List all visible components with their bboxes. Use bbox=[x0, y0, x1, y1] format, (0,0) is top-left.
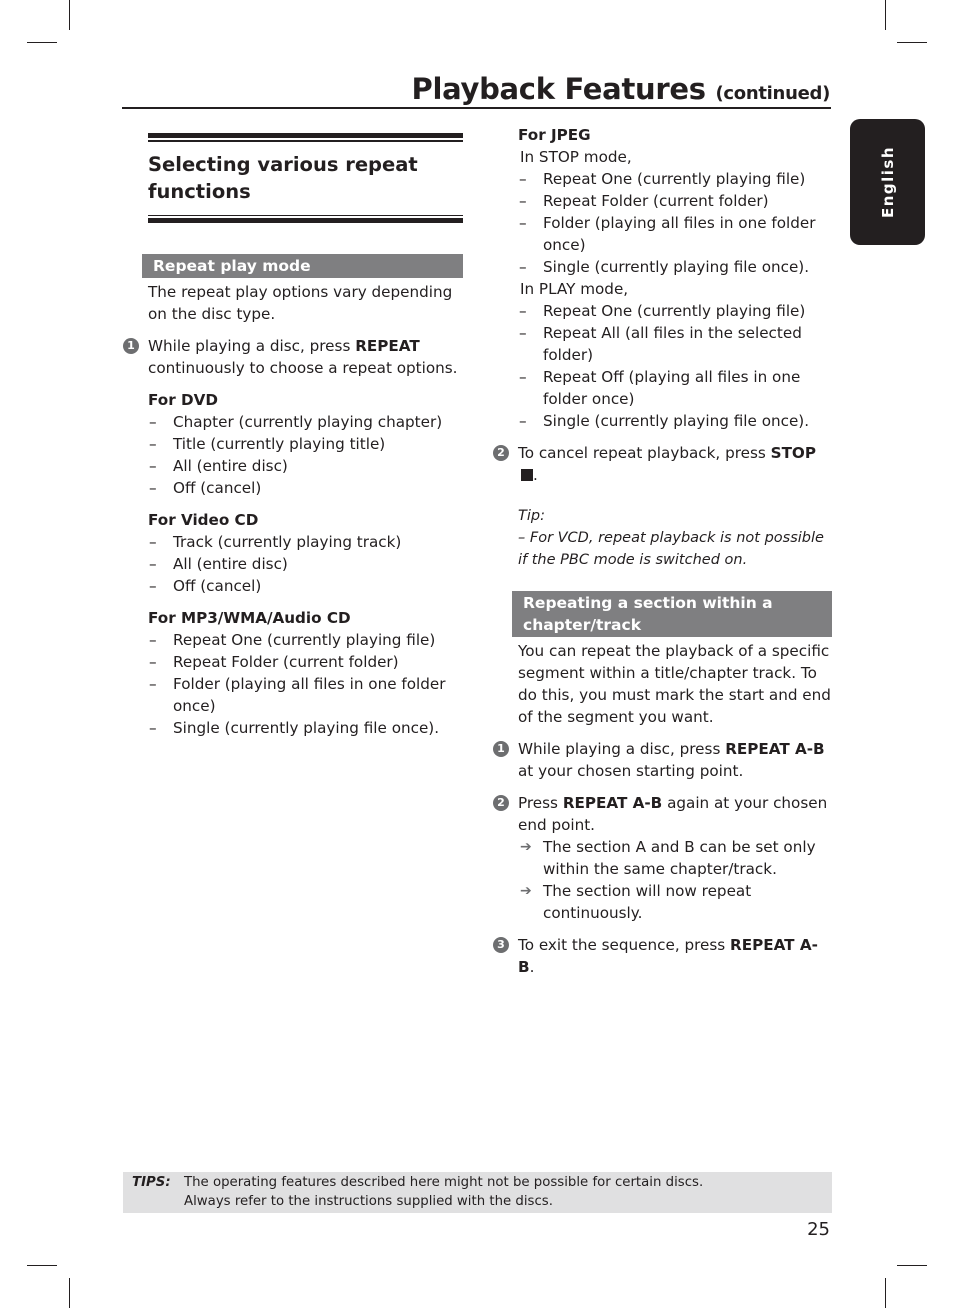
crop-mark bbox=[885, 0, 886, 30]
step-text: Press bbox=[518, 794, 563, 812]
list-item: Single (currently playing file once). bbox=[148, 717, 463, 739]
intro-text: You can repeat the playback of a specifi… bbox=[518, 642, 831, 726]
tip-label: Tip: bbox=[518, 508, 545, 524]
crop-mark bbox=[897, 1265, 927, 1266]
list-item: Repeat Folder (current folder) bbox=[148, 651, 463, 673]
section-rule-top-thin bbox=[148, 140, 463, 142]
crop-mark bbox=[897, 42, 927, 43]
list-item: Repeat All (all files in the selected fo… bbox=[518, 322, 832, 366]
step-number-icon: 2 bbox=[493, 445, 509, 461]
list-item: Track (currently playing track) bbox=[148, 531, 463, 553]
ab-step-3: 3 To exit the sequence, press REPEAT A-B… bbox=[493, 934, 832, 978]
list-item: Repeat One (currently playing file) bbox=[518, 300, 832, 322]
jpeg-play-mode-list: Repeat One (currently playing file) Repe… bbox=[518, 300, 832, 432]
language-tab: English bbox=[850, 119, 925, 245]
list-item: Off (cancel) bbox=[148, 477, 463, 499]
arrow-right-icon: ➔ bbox=[520, 839, 532, 855]
band-title: Repeating a section within a chapter/tra… bbox=[523, 594, 773, 634]
band-title: Repeat play mode bbox=[153, 257, 311, 275]
list-item: Title (currently playing title) bbox=[148, 433, 463, 455]
list-item: Folder (playing all files in one folder … bbox=[148, 673, 463, 717]
list-item: Repeat Folder (current folder) bbox=[518, 190, 832, 212]
step-2: 2 To cancel repeat playback, press STOP. bbox=[493, 442, 832, 486]
tip-text: – For VCD, repeat playback is not possib… bbox=[518, 530, 824, 568]
section-title-line1: Selecting various repeat bbox=[148, 152, 418, 176]
section-title: Selecting various repeat functions bbox=[148, 151, 463, 205]
language-tab-label: English bbox=[878, 145, 897, 219]
section-rule-top-thick bbox=[148, 133, 463, 138]
arrow-right-icon: ➔ bbox=[520, 883, 532, 899]
play-mode-label: In PLAY mode, bbox=[520, 280, 629, 298]
result-item: ➔ The section will now repeat continuous… bbox=[518, 880, 832, 924]
step-text: . bbox=[529, 958, 535, 976]
page-title-text: Playback Features bbox=[411, 72, 707, 106]
title-rule bbox=[122, 107, 831, 109]
page-title: Playback Features (continued) bbox=[412, 72, 831, 106]
group-heading-vcd: For Video CD bbox=[148, 511, 259, 529]
result-item: ➔ The section A and B can be set only wi… bbox=[518, 836, 832, 880]
intro-text: The repeat play options vary depending o… bbox=[148, 283, 453, 323]
mp3-options-list: Repeat One (currently playing file) Repe… bbox=[148, 629, 463, 739]
button-name-repeat-ab: REPEAT A-B bbox=[725, 740, 825, 758]
list-item: Single (currently playing file once). bbox=[518, 256, 832, 278]
section-rule-bottom-thick bbox=[148, 218, 463, 223]
right-column: For JPEG In STOP mode, Repeat One (curre… bbox=[493, 124, 832, 978]
list-item: All (entire disc) bbox=[148, 553, 463, 575]
button-name-stop: STOP bbox=[770, 444, 816, 462]
button-name-repeat-ab: REPEAT A-B bbox=[562, 794, 663, 812]
group-heading-dvd: For DVD bbox=[148, 391, 218, 409]
list-item: Chapter (currently playing chapter) bbox=[148, 411, 463, 433]
list-item: Off (cancel) bbox=[148, 575, 463, 597]
page-title-suffix: (continued) bbox=[715, 83, 831, 104]
band-repeat-play-mode: Repeat play mode bbox=[142, 254, 463, 278]
step-number-icon: 3 bbox=[493, 937, 509, 953]
step-text: While playing a disc, press bbox=[518, 740, 726, 758]
tips-label: TIPS: bbox=[132, 1175, 171, 1190]
list-item: Folder (playing all files in one folder … bbox=[518, 212, 832, 256]
page-number: 25 bbox=[807, 1219, 830, 1240]
step-text: at your chosen starting point. bbox=[518, 762, 744, 780]
list-item: Single (currently playing file once). bbox=[518, 410, 832, 432]
list-item: Repeat One (currently playing file) bbox=[518, 168, 832, 190]
tips-bar: TIPS: The operating features described h… bbox=[123, 1172, 832, 1213]
button-name-repeat: REPEAT bbox=[355, 337, 420, 355]
result-text: The section will now repeat continuously… bbox=[543, 882, 752, 922]
step-text: continuously to choose a repeat options. bbox=[148, 359, 458, 377]
section-rule-bottom-thin bbox=[148, 214, 463, 216]
crop-mark bbox=[69, 1278, 70, 1308]
step-number-icon: 1 bbox=[123, 338, 139, 354]
crop-mark bbox=[27, 42, 57, 43]
vcd-options-list: Track (currently playing track) All (ent… bbox=[148, 531, 463, 597]
step-1: 1 While playing a disc, press REPEAT con… bbox=[123, 335, 463, 379]
dvd-options-list: Chapter (currently playing chapter) Titl… bbox=[148, 411, 463, 499]
tips-line: Always refer to the instructions supplie… bbox=[184, 1194, 553, 1209]
step-text: . bbox=[533, 466, 538, 484]
crop-mark bbox=[69, 0, 70, 30]
ab-step-1: 1 While playing a disc, press REPEAT A-B… bbox=[493, 738, 832, 782]
crop-mark bbox=[885, 1278, 886, 1308]
band-repeat-section: Repeating a section within a chapter/tra… bbox=[512, 591, 832, 637]
tips-line: The operating features described here mi… bbox=[184, 1175, 704, 1190]
stop-square-icon bbox=[521, 469, 533, 481]
group-heading-jpeg: For JPEG bbox=[518, 126, 591, 144]
step-number-icon: 1 bbox=[493, 741, 509, 757]
result-text: The section A and B can be set only with… bbox=[543, 838, 816, 878]
step-text: While playing a disc, press bbox=[148, 337, 356, 355]
crop-mark bbox=[27, 1265, 57, 1266]
left-column: Selecting various repeat functions Repea… bbox=[123, 133, 463, 739]
step-text: To cancel repeat playback, press bbox=[518, 444, 771, 462]
list-item: All (entire disc) bbox=[148, 455, 463, 477]
list-item: Repeat One (currently playing file) bbox=[148, 629, 463, 651]
step-text: To exit the sequence, press bbox=[518, 936, 731, 954]
section-title-line2: functions bbox=[148, 179, 251, 203]
ab-step-2: 2 Press REPEAT A-B again at your chosen … bbox=[493, 792, 832, 924]
group-heading-mp3: For MP3/WMA/Audio CD bbox=[148, 609, 351, 627]
tips-text: The operating features described here mi… bbox=[184, 1173, 703, 1211]
jpeg-stop-mode-list: Repeat One (currently playing file) Repe… bbox=[518, 168, 832, 278]
stop-mode-label: In STOP mode, bbox=[520, 148, 632, 166]
tip-block: Tip: – For VCD, repeat playback is not p… bbox=[518, 505, 832, 571]
step-number-icon: 2 bbox=[493, 795, 509, 811]
list-item: Repeat Off (playing all files in one fol… bbox=[518, 366, 832, 410]
